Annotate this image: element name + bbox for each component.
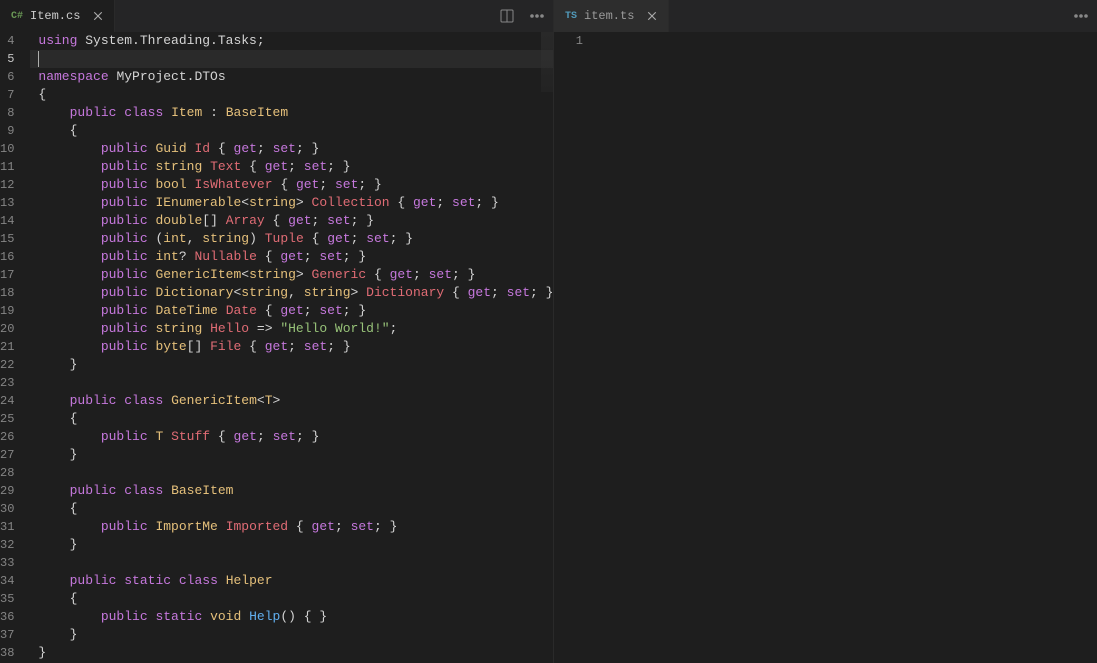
code-line[interactable] [30,374,553,392]
line-number: 5 [0,50,14,68]
line-number: 12 [0,176,14,194]
code-line[interactable] [30,464,553,482]
line-number: 25 [0,410,14,428]
code-line[interactable]: public class Item : BaseItem [30,104,553,122]
code-line[interactable]: public Dictionary<string, string> Dictio… [30,284,553,302]
code-line[interactable]: } [30,356,553,374]
line-number: 38 [0,644,14,662]
code-line[interactable] [599,32,1097,50]
code-line[interactable]: public DateTime Date { get; set; } [30,302,553,320]
code-line[interactable]: { [30,500,553,518]
line-number: 19 [0,302,14,320]
code-line[interactable]: } [30,446,553,464]
left-tabbar-actions [497,0,547,32]
line-number: 28 [0,464,14,482]
close-icon[interactable] [90,8,106,24]
left-gutter: 4567891011121314151617181920212223242526… [0,32,30,663]
code-line[interactable]: { [30,122,553,140]
code-line[interactable]: public class BaseItem [30,482,553,500]
left-tabbar: C# Item.cs [0,0,553,32]
right-editor-pane: TS item.ts 1 [554,0,1097,663]
code-line[interactable] [30,554,553,572]
line-number: 14 [0,212,14,230]
right-tabbar: TS item.ts [554,0,1097,32]
code-line[interactable]: public class GenericItem<T> [30,392,553,410]
left-editor-pane: C# Item.cs 45678910111213141516171819202… [0,0,554,663]
line-number: 1 [554,32,583,50]
tab-item-cs[interactable]: C# Item.cs [0,0,115,32]
code-line[interactable]: { [30,86,553,104]
text-cursor [38,51,39,67]
right-tabbar-actions [1071,0,1091,32]
line-number: 10 [0,140,14,158]
code-line[interactable]: { [30,590,553,608]
typescript-icon: TS [564,11,578,22]
code-line[interactable]: public bool IsWhatever { get; set; } [30,176,553,194]
code-line[interactable]: using System.Threading.Tasks; [30,32,553,50]
line-number: 29 [0,482,14,500]
close-icon[interactable] [644,8,660,24]
line-number: 17 [0,266,14,284]
line-number: 11 [0,158,14,176]
left-code[interactable]: using System.Threading.Tasks; namespace M… [30,32,553,663]
tab-label: Item.cs [30,9,80,23]
line-number: 4 [0,32,14,50]
code-line[interactable]: public Guid Id { get; set; } [30,140,553,158]
tab-label: item.ts [584,9,634,23]
code-line[interactable]: public T Stuff { get; set; } [30,428,553,446]
right-editor[interactable]: 1 [554,32,1097,663]
right-gutter: 1 [554,32,599,663]
line-number: 21 [0,338,14,356]
code-line[interactable]: } [30,626,553,644]
line-number: 9 [0,122,14,140]
code-line[interactable]: public int? Nullable { get; set; } [30,248,553,266]
line-number: 22 [0,356,14,374]
line-number: 35 [0,590,14,608]
code-line[interactable]: public IEnumerable<string> Collection { … [30,194,553,212]
more-actions-icon[interactable] [527,6,547,26]
code-line[interactable]: public (int, string) Tuple { get; set; } [30,230,553,248]
line-number: 20 [0,320,14,338]
code-line[interactable]: public ImportMe Imported { get; set; } [30,518,553,536]
more-actions-icon[interactable] [1071,6,1091,26]
line-number: 16 [0,248,14,266]
code-line[interactable]: namespace MyProject.DTOs [30,68,553,86]
code-line[interactable]: public static class Helper [30,572,553,590]
tab-item-ts[interactable]: TS item.ts [554,0,669,32]
code-line[interactable]: { [30,410,553,428]
line-number: 6 [0,68,14,86]
line-number: 18 [0,284,14,302]
code-line[interactable]: public string Hello => "Hello World!"; [30,320,553,338]
line-number: 37 [0,626,14,644]
code-line[interactable]: } [30,644,553,662]
line-number: 30 [0,500,14,518]
line-number: 27 [0,446,14,464]
minimap[interactable] [541,32,553,92]
line-number: 24 [0,392,14,410]
left-editor[interactable]: 4567891011121314151617181920212223242526… [0,32,553,663]
split-editor-icon[interactable] [497,6,517,26]
line-number: 34 [0,572,14,590]
line-number: 33 [0,554,14,572]
line-number: 26 [0,428,14,446]
line-number: 23 [0,374,14,392]
line-number: 15 [0,230,14,248]
code-line[interactable] [30,50,553,68]
line-number: 36 [0,608,14,626]
line-number: 32 [0,536,14,554]
code-line[interactable]: } [30,536,553,554]
line-number: 13 [0,194,14,212]
code-line[interactable]: public static void Help() { } [30,608,553,626]
code-line[interactable]: public GenericItem<string> Generic { get… [30,266,553,284]
code-line[interactable]: public byte[] File { get; set; } [30,338,553,356]
code-line[interactable]: public double[] Array { get; set; } [30,212,553,230]
csharp-icon: C# [10,11,24,22]
line-number: 31 [0,518,14,536]
line-number: 8 [0,104,14,122]
line-number: 7 [0,86,14,104]
code-line[interactable]: public string Text { get; set; } [30,158,553,176]
right-code[interactable] [599,32,1097,663]
